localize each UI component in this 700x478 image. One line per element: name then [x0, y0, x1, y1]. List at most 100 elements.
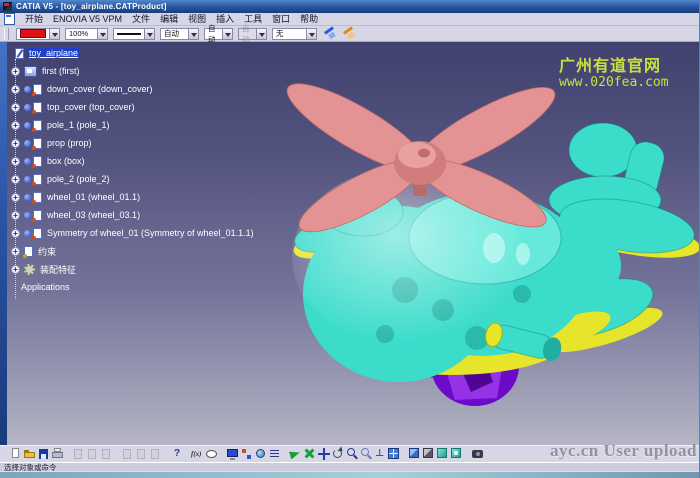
part-icon	[33, 228, 42, 239]
fill-color-combo[interactable]	[16, 28, 60, 40]
document-icon[interactable]	[4, 13, 15, 25]
tree-item-prop[interactable]: prop (prop)	[9, 134, 256, 152]
part-icon	[33, 120, 42, 131]
tree-item-label[interactable]: 约束	[36, 245, 58, 258]
tree-item-wheel-03[interactable]: wheel_03 (wheel_03.1)	[9, 206, 256, 224]
chevron-down-icon	[256, 28, 267, 40]
layer-combo[interactable]: 无	[272, 28, 317, 40]
tree-item-wheel-01[interactable]: wheel_01 (wheel_01.1)	[9, 188, 256, 206]
tree-item-label[interactable]: Applications	[19, 282, 72, 292]
fly-mode-icon[interactable]	[289, 447, 302, 461]
tree-item-pole-2[interactable]: pole_2 (pole_2)	[9, 170, 256, 188]
line-type-combo[interactable]	[113, 28, 155, 40]
print-icon[interactable]	[51, 447, 64, 461]
tree-item-label[interactable]: pole_2 (pole_2)	[45, 174, 112, 184]
painter-icon[interactable]	[322, 27, 336, 40]
tree-item-down-cover[interactable]: down_cover (down_cover)	[9, 80, 256, 98]
cut-icon	[72, 447, 85, 461]
open-icon[interactable]	[23, 447, 36, 461]
graphic-wizard-icon[interactable]	[341, 27, 355, 40]
menu-edit[interactable]: 编辑	[155, 13, 183, 25]
menu-view[interactable]: 视图	[183, 13, 211, 25]
tree-item-label[interactable]: down_cover (down_cover)	[45, 84, 155, 94]
save-icon[interactable]	[37, 447, 50, 461]
point-style-combo[interactable]: 自动	[204, 28, 233, 40]
chevron-down-icon[interactable]	[188, 28, 199, 40]
new-document-icon[interactable]	[9, 447, 22, 461]
apply-material-icon[interactable]	[450, 447, 463, 461]
zoom-in-icon[interactable]	[345, 447, 358, 461]
expand-icon[interactable]	[11, 211, 20, 220]
screen-tip-icon[interactable]	[226, 447, 239, 461]
tree-item-top-cover[interactable]: top_cover (top_cover)	[9, 98, 256, 116]
menu-file[interactable]: 文件	[127, 13, 155, 25]
menu-start[interactable]: 开始	[20, 13, 48, 25]
window-bottom-border	[0, 471, 699, 478]
menu-enovia[interactable]: ENOVIA V5 VPM	[48, 13, 127, 25]
thickness-combo[interactable]: 自动	[160, 28, 199, 40]
capture-icon[interactable]	[471, 447, 484, 461]
tree-item-label[interactable]: 装配特征	[38, 263, 78, 276]
shaded-view-icon[interactable]	[422, 447, 435, 461]
color-swatch	[20, 29, 46, 38]
expand-icon[interactable]	[11, 175, 20, 184]
toolbar-grip[interactable]	[4, 28, 9, 40]
wireframe-view-icon[interactable]	[436, 447, 449, 461]
tree-item-label[interactable]: pole_1 (pole_1)	[45, 120, 112, 130]
data-list-icon[interactable]	[268, 447, 281, 461]
tree-item-applications[interactable]: Applications	[19, 278, 256, 296]
dimple	[513, 285, 531, 303]
instance-icon	[24, 176, 31, 183]
tree-item-label[interactable]: wheel_01 (wheel_01.1)	[45, 192, 142, 202]
expand-icon[interactable]	[11, 85, 20, 94]
redo-icon	[135, 447, 148, 461]
tree-item-label[interactable]: first (first)	[40, 66, 82, 76]
tree-item-assembly-features[interactable]: 装配特征	[9, 260, 256, 278]
tree-item-label[interactable]: top_cover (top_cover)	[45, 102, 137, 112]
chat-icon[interactable]	[205, 447, 218, 461]
chevron-down-icon[interactable]	[222, 28, 233, 40]
menu-window[interactable]: 窗口	[267, 13, 295, 25]
line-type-glyph	[117, 33, 141, 35]
isometric-view-icon[interactable]	[408, 447, 421, 461]
expand-icon[interactable]	[11, 139, 20, 148]
tree-item-first[interactable]: first (first)	[9, 62, 256, 80]
chevron-down-icon[interactable]	[49, 28, 60, 40]
3d-viewport[interactable]: 广州有道官网 www.020fea.com toy_airplane first…	[7, 42, 699, 445]
tree-item-label[interactable]: prop (prop)	[45, 138, 94, 148]
menu-help[interactable]: 帮助	[295, 13, 323, 25]
expand-icon[interactable]	[11, 121, 20, 130]
tree-item-label[interactable]: Symmetry of wheel_01 (Symmetry of wheel_…	[45, 228, 256, 238]
chevron-down-icon[interactable]	[306, 28, 317, 40]
formula-icon[interactable]	[191, 447, 204, 461]
normal-view-icon[interactable]	[373, 447, 386, 461]
tree-item-label[interactable]: box (box)	[45, 156, 87, 166]
tree-item-pole-1[interactable]: pole_1 (pole_1)	[9, 116, 256, 134]
expand-icon[interactable]	[11, 247, 20, 256]
what-is-this-icon[interactable]	[170, 447, 183, 461]
status-bar: 选择对象或命令	[0, 462, 699, 471]
tree-item-box[interactable]: box (box)	[9, 152, 256, 170]
expand-icon[interactable]	[11, 103, 20, 112]
expand-icon[interactable]	[11, 157, 20, 166]
zoom-out-icon[interactable]	[359, 447, 372, 461]
expand-icon[interactable]	[11, 265, 20, 274]
expand-icon[interactable]	[11, 229, 20, 238]
expand-icon[interactable]	[11, 67, 20, 76]
tree-root[interactable]: toy_airplane	[9, 44, 256, 62]
transparency-combo[interactable]: 100%	[65, 28, 108, 40]
pan-icon[interactable]	[317, 447, 330, 461]
chevron-down-icon[interactable]	[97, 28, 108, 40]
product-structure-icon[interactable]	[240, 447, 253, 461]
tree-item-symmetry[interactable]: Symmetry of wheel_01 (Symmetry of wheel_…	[9, 224, 256, 242]
chevron-down-icon[interactable]	[144, 28, 155, 40]
product-icon	[15, 48, 24, 59]
catalog-browser-icon[interactable]	[254, 447, 267, 461]
expand-icon[interactable]	[11, 193, 20, 202]
tree-item-label[interactable]: wheel_03 (wheel_03.1)	[45, 210, 142, 220]
rotate-icon[interactable]	[331, 447, 344, 461]
multi-view-icon[interactable]	[387, 447, 400, 461]
tree-item-constraints[interactable]: 约束	[9, 242, 256, 260]
fit-all-in-icon[interactable]	[303, 447, 316, 461]
tree-root-label[interactable]: toy_airplane	[27, 48, 80, 58]
